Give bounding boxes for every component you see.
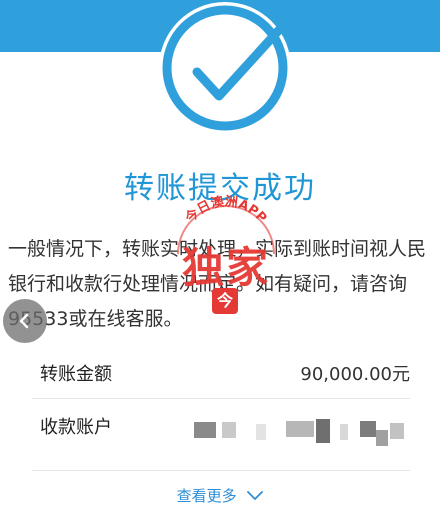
amount-value: 90,000.00元 <box>300 364 410 385</box>
account-label: 收款账户 <box>40 417 112 438</box>
divider <box>32 398 410 399</box>
back-button[interactable] <box>3 299 47 343</box>
success-check-icon <box>159 2 291 134</box>
view-more-label: 查看更多 <box>176 487 237 505</box>
amount-label: 转账金额 <box>40 364 112 385</box>
back-arrow-icon <box>19 313 29 329</box>
view-more-link[interactable]: 查看更多 <box>0 485 440 506</box>
chevron-down-icon <box>247 490 264 500</box>
transfer-description: 一般情况下，转账实时处理，实际到账时间视人民银行和收款行处理情况而定。如有疑问，… <box>8 238 427 330</box>
page-title: 转账提交成功 <box>124 171 316 206</box>
divider <box>32 470 410 471</box>
